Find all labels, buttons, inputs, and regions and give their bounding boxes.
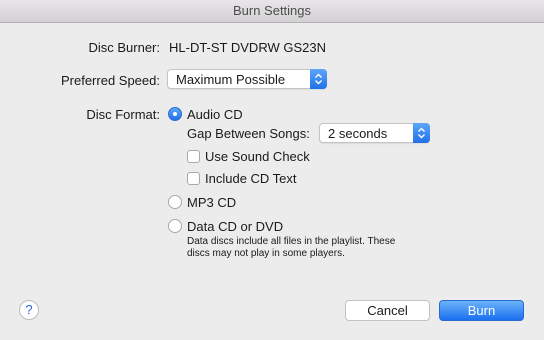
use-sound-check-checkbox[interactable] bbox=[187, 150, 200, 163]
gap-between-songs-label: Gap Between Songs: bbox=[187, 126, 310, 141]
include-cd-text-checkbox[interactable] bbox=[187, 172, 200, 185]
data-cd-radio[interactable] bbox=[168, 219, 182, 233]
preferred-speed-value: Maximum Possible bbox=[176, 72, 286, 87]
chevron-updown-icon bbox=[413, 123, 430, 143]
preferred-speed-select[interactable]: Maximum Possible bbox=[167, 69, 327, 89]
mp3-cd-label: MP3 CD bbox=[187, 195, 237, 210]
audio-cd-radio[interactable] bbox=[168, 107, 182, 121]
data-cd-note-line1: Data discs include all files in the play… bbox=[187, 236, 396, 247]
disc-burner-label: Disc Burner: bbox=[88, 40, 160, 55]
disc-burner-value: HL-DT-ST DVDRW GS23N bbox=[169, 40, 326, 55]
gap-between-songs-select[interactable]: 2 seconds bbox=[319, 123, 430, 143]
disc-format-label: Disc Format: bbox=[86, 107, 160, 122]
gap-between-songs-value: 2 seconds bbox=[328, 126, 388, 141]
use-sound-check-label: Use Sound Check bbox=[205, 149, 310, 164]
preferred-speed-label: Preferred Speed: bbox=[60, 73, 160, 88]
cancel-button[interactable]: Cancel bbox=[345, 300, 430, 321]
window-title: Burn Settings bbox=[0, 0, 544, 23]
data-cd-label: Data CD or DVD bbox=[187, 219, 284, 234]
chevron-updown-icon bbox=[310, 69, 327, 89]
burn-button[interactable]: Burn bbox=[439, 300, 524, 321]
audio-cd-label: Audio CD bbox=[187, 107, 243, 122]
data-cd-note-line2: discs may not play in some players. bbox=[187, 248, 345, 259]
include-cd-text-label: Include CD Text bbox=[205, 171, 297, 186]
mp3-cd-radio[interactable] bbox=[168, 195, 182, 209]
help-button[interactable]: ? bbox=[19, 300, 39, 320]
